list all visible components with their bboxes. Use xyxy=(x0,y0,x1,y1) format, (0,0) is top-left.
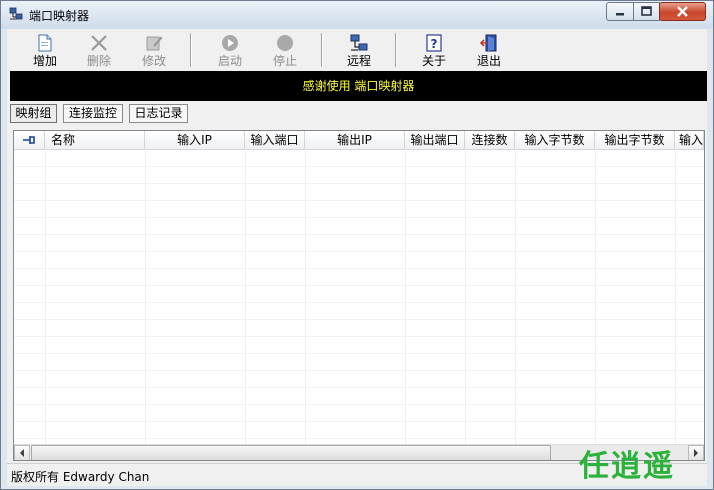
exit-button-label: 退出 xyxy=(476,54,501,68)
edit-icon xyxy=(146,36,163,51)
row-gridline xyxy=(14,387,704,388)
column-gridline xyxy=(245,149,246,444)
row-gridline xyxy=(14,421,704,422)
delete-x-icon xyxy=(91,35,107,51)
toolbar: 增加 删除 修改 启动 停止 远程 ? 关于 退出 xyxy=(7,29,707,71)
row-gridline xyxy=(14,370,704,371)
minimize-button[interactable] xyxy=(606,2,634,21)
tab-connection-monitor[interactable]: 连接监控 xyxy=(63,104,123,123)
column-gridline xyxy=(305,149,306,444)
row-gridline xyxy=(14,234,704,235)
row-gridline xyxy=(14,302,704,303)
column-gridline xyxy=(45,149,46,444)
mapping-table[interactable]: 名称 输入IP 输入端口 输出IP 输出端口 连接数 输入字节数 输出字节数 输… xyxy=(13,130,705,461)
toolbar-separator xyxy=(321,33,323,67)
column-gridline xyxy=(465,149,466,444)
window-title: 端口映射器 xyxy=(29,9,90,23)
about-button-label: 关于 xyxy=(421,54,446,68)
maximize-icon xyxy=(641,6,652,16)
chevron-left-icon xyxy=(20,449,24,457)
start-button-label: 启动 xyxy=(217,54,242,68)
row-gridline xyxy=(14,217,704,218)
column-gridline xyxy=(675,149,676,444)
remote-network-icon xyxy=(350,34,368,51)
row-gridline xyxy=(14,183,704,184)
tab-mapping-group[interactable]: 映射组 xyxy=(10,104,57,123)
column-header-output-port[interactable]: 输出端口 xyxy=(405,131,465,149)
title-bar[interactable]: 端口映射器 xyxy=(1,1,713,29)
column-gridline xyxy=(145,149,146,444)
start-button[interactable]: 启动 xyxy=(207,32,253,70)
row-gridline xyxy=(14,438,704,439)
column-header-output-ip[interactable]: 输出IP xyxy=(305,131,405,149)
delete-button[interactable]: 删除 xyxy=(76,32,122,70)
pin-icon xyxy=(23,136,35,144)
row-gridline xyxy=(14,336,704,337)
column-header-name[interactable]: 名称 xyxy=(45,131,145,149)
row-gridline xyxy=(14,404,704,405)
tab-strip: 映射组 连接监控 日志记录 xyxy=(10,104,510,124)
minimize-icon xyxy=(616,13,624,16)
play-icon xyxy=(222,35,238,51)
edit-button[interactable]: 修改 xyxy=(131,32,177,70)
row-gridline xyxy=(14,200,704,201)
app-window: 端口映射器 增加 删除 修改 启动 停止 远程 ? 关于 退出 感谢使用 端口映… xyxy=(0,0,714,490)
svg-text:?: ? xyxy=(431,37,438,51)
exit-button[interactable]: 退出 xyxy=(466,32,512,70)
app-network-icon xyxy=(9,7,23,20)
row-gridline xyxy=(14,285,704,286)
close-icon xyxy=(677,6,688,17)
welcome-banner: 感谢使用 端口映射器 xyxy=(10,71,707,101)
stop-button-label: 停止 xyxy=(272,54,297,68)
toolbar-separator xyxy=(395,33,397,67)
row-gridline xyxy=(14,251,704,252)
remote-button[interactable]: 远程 xyxy=(336,32,382,70)
toolbar-separator xyxy=(190,33,192,67)
client-area: 增加 删除 修改 启动 停止 远程 ? 关于 退出 感谢使用 端口映射器 映射组… xyxy=(7,29,707,486)
close-button[interactable] xyxy=(659,2,706,21)
exit-door-icon xyxy=(480,34,497,52)
column-gridline xyxy=(515,149,516,444)
add-button-label: 增加 xyxy=(32,54,57,68)
about-button[interactable]: ? 关于 xyxy=(411,32,457,70)
row-gridline xyxy=(14,319,704,320)
delete-button-label: 删除 xyxy=(86,54,111,68)
scrollbar-thumb[interactable] xyxy=(31,445,551,460)
column-header-input-partial[interactable]: 输入 xyxy=(675,131,704,149)
column-header-connections[interactable]: 连接数 xyxy=(465,131,515,149)
row-gridline xyxy=(14,166,704,167)
chevron-right-icon xyxy=(694,449,698,457)
column-gridline xyxy=(405,149,406,444)
table-header: 名称 输入IP 输入端口 输出IP 输出端口 连接数 输入字节数 输出字节数 输… xyxy=(14,131,704,150)
add-document-icon xyxy=(38,34,52,52)
column-header-input-ip[interactable]: 输入IP xyxy=(145,131,245,149)
stop-button[interactable]: 停止 xyxy=(262,32,308,70)
column-header-input-port[interactable]: 输入端口 xyxy=(245,131,305,149)
row-gridline xyxy=(14,268,704,269)
column-header-input-bytes[interactable]: 输入字节数 xyxy=(515,131,595,149)
scroll-left-button[interactable] xyxy=(14,445,30,460)
add-button[interactable]: 增加 xyxy=(22,32,68,70)
scroll-right-button[interactable] xyxy=(688,445,704,460)
edit-button-label: 修改 xyxy=(141,54,166,68)
stop-icon xyxy=(277,35,293,51)
column-header-output-bytes[interactable]: 输出字节数 xyxy=(595,131,675,149)
copyright-text: 版权所有 Edwardy Chan xyxy=(11,470,150,484)
column-gridline xyxy=(595,149,596,444)
remote-button-label: 远程 xyxy=(346,54,371,68)
watermark-logo: 任逍遥 xyxy=(579,449,675,484)
row-gridline xyxy=(14,353,704,354)
pin-column-header[interactable] xyxy=(14,131,45,149)
help-icon: ? xyxy=(426,34,442,52)
maximize-button[interactable] xyxy=(633,2,660,21)
tab-log[interactable]: 日志记录 xyxy=(129,104,188,123)
